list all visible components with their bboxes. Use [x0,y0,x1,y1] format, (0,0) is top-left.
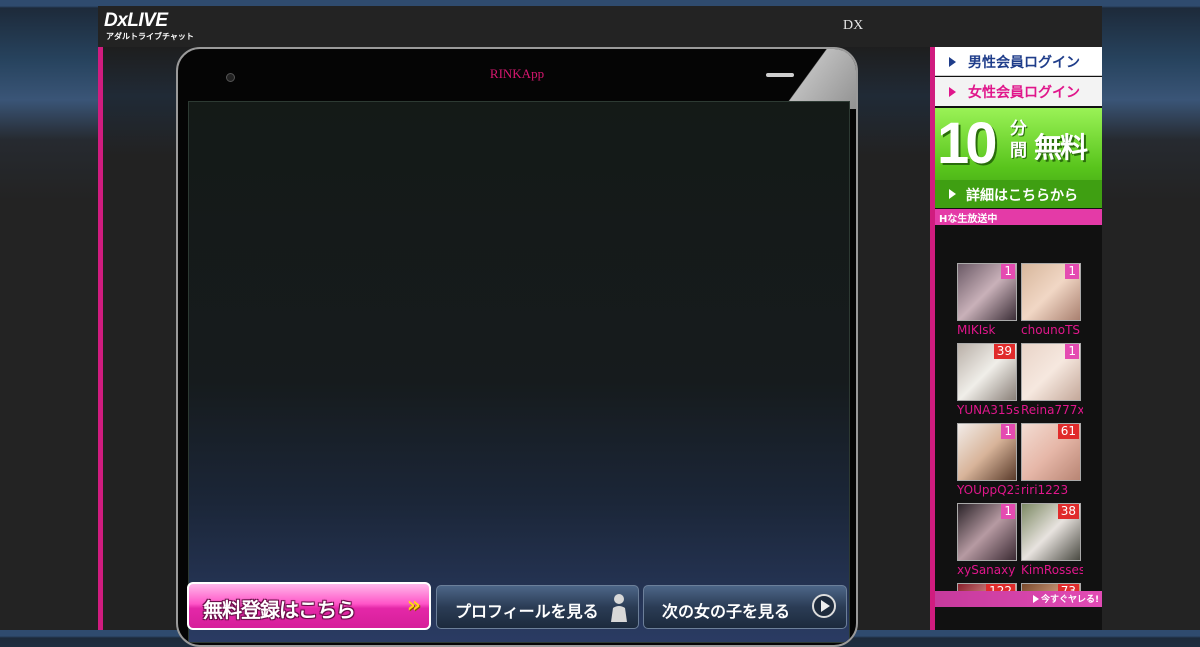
free-minutes-banner[interactable]: 10 分間 無料 詳細はこちらから [935,108,1102,208]
viewer-count-badge: 1 [1065,344,1079,359]
free-register-label: 無料登録はこちら [203,598,356,622]
video-screen[interactable] [188,101,850,643]
tablet-frame: RINKApp [176,47,858,647]
performer-card[interactable]: 1 xySanaxy [957,503,1019,583]
performer-card[interactable]: 1 MIKIsk [957,263,1019,343]
view-profile-button[interactable]: プロフィールを見る [436,585,639,629]
performer-name: riri1223 [1021,483,1069,497]
viewer-count-badge: 61 [1057,424,1079,439]
live-performer-list: 1 MIKIsk 1 chounoTS 39 YUNA315s 1 Reina7… [935,209,1102,604]
header-center-text: DX [843,18,864,33]
viewer-count-badge: 1 [1001,424,1015,439]
male-login-label: 男性会員ログイン [968,55,1080,71]
promo-detail-link[interactable]: 詳細はこちらから [935,180,1102,208]
performer-name: MIKIsk [957,323,996,337]
logo-text: DxLIVE [104,10,168,31]
performer-card[interactable]: 1 YOUppQ23 [957,423,1019,503]
performer-name: YOUppQ23 [957,483,1019,497]
performer-title: RINKApp [489,66,545,81]
right-sidebar: 男性会員ログイン 女性会員ログイン 10 分間 無料 詳細はこちらから 1 MI… [935,47,1102,630]
promo-unit: 分間 [1010,119,1027,161]
promo-number: 10 [937,111,997,176]
left-accent-border [98,47,103,630]
performer-card[interactable]: 38 KimRosses [1021,503,1083,583]
live-now-header: Hな生放送中 [935,209,1102,225]
performer-name: KimRosses [1021,563,1083,577]
female-login-link[interactable]: 女性会員ログイン [935,77,1102,106]
double-chevron-icon: » [406,593,421,618]
viewer-count-badge: 39 [993,344,1015,359]
performer-name: YUNA315s [957,403,1019,417]
triangle-right-icon [949,87,956,97]
dxlive-logo[interactable]: DxLIVE アダルトライブチャット [104,10,196,42]
viewer-count-badge: 1 [1001,504,1015,519]
person-icon [611,594,627,622]
promo-free: 無料 [1034,131,1088,164]
now-button-label: 今すぐヤレる! [1041,595,1100,605]
viewer-count-badge: 1 [1065,264,1079,279]
live-now-label: Hな生放送中 [939,214,998,225]
now-button[interactable]: 今すぐヤレる! [935,591,1102,607]
free-register-button[interactable]: 無料登録はこちら » [187,582,431,630]
performer-name: chounoTS [1021,323,1081,337]
top-bar [98,6,1102,47]
next-girl-label: 次の女の子を見る [662,602,791,621]
logo-subtitle: アダルトライブチャット [106,32,194,41]
performer-card[interactable]: 39 YUNA315s [957,343,1019,423]
male-login-link[interactable]: 男性会員ログイン [935,47,1102,76]
performer-card[interactable]: 61 riri1223 [1021,423,1083,503]
performer-name: xySanaxy [957,563,1016,577]
performer-card[interactable]: 1 chounoTS [1021,263,1083,343]
play-circle-icon [812,594,836,618]
triangle-right-icon [1033,595,1039,603]
view-profile-label: プロフィールを見る [455,602,599,621]
female-login-label: 女性会員ログイン [968,85,1080,101]
next-girl-button[interactable]: 次の女の子を見る [643,585,847,629]
performer-name: Reina777x [1021,403,1083,417]
performer-card[interactable]: 1 Reina777x [1021,343,1083,423]
viewer-count-badge: 38 [1057,504,1079,519]
promo-detail-label: 詳細はこちらから [966,188,1078,204]
triangle-right-icon [949,189,956,199]
viewer-count-badge: 1 [1001,264,1015,279]
triangle-right-icon [949,57,956,67]
